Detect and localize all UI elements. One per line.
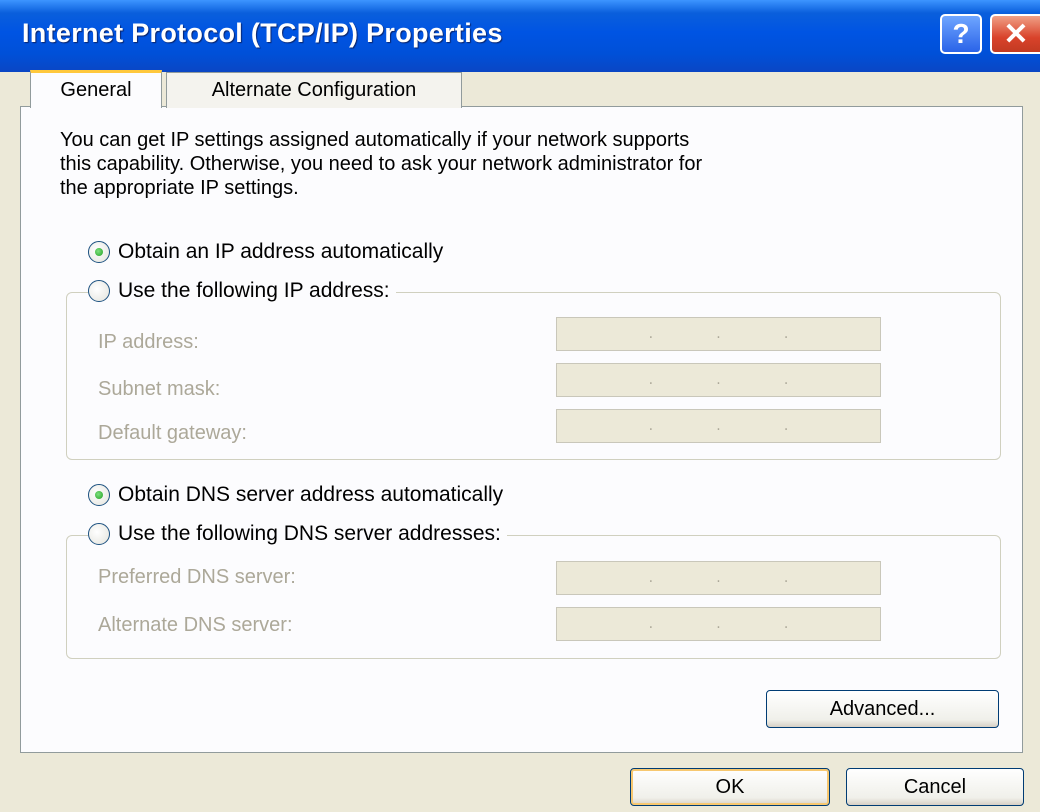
default-gateway-field: ... [556,409,881,443]
tab-alternate-configuration[interactable]: Alternate Configuration [166,72,462,108]
obtain-ip-auto-option[interactable]: Obtain an IP address automatically [88,240,450,264]
use-following-ip-label: Use the following IP address: [118,279,390,302]
help-icon: ? [952,18,970,49]
close-icon: ✕ [1003,17,1029,51]
radio-use-following-ip[interactable] [88,280,110,302]
obtain-dns-auto-label: Obtain DNS server address automatically [118,483,504,506]
preferred-dns-label: Preferred DNS server: [98,566,296,588]
tab-general[interactable]: General [30,70,162,108]
advanced-button[interactable]: Advanced... [766,690,999,728]
ok-button[interactable]: OK [630,768,830,806]
cancel-button[interactable]: Cancel [846,768,1024,806]
help-button[interactable]: ? [940,14,982,54]
obtain-dns-auto-option[interactable]: Obtain DNS server address automatically [88,483,510,507]
use-following-dns-label: Use the following DNS server addresses: [118,522,501,545]
obtain-ip-auto-label: Obtain an IP address automatically [118,240,444,263]
subnet-mask-field: ... [556,363,881,397]
radio-use-following-dns[interactable] [88,523,110,545]
radio-obtain-dns-auto[interactable] [88,484,110,506]
window-title: Internet Protocol (TCP/IP) Properties [22,18,503,48]
subnet-mask-label: Subnet mask: [98,378,221,400]
close-button[interactable]: ✕ [990,14,1040,54]
alternate-dns-field: ... [556,607,881,641]
intro-text: You can get IP settings assigned automat… [60,129,703,199]
preferred-dns-field: ... [556,561,881,595]
use-following-dns-option[interactable]: Use the following DNS server addresses: [88,522,507,546]
ip-address-field: ... [556,317,881,351]
title-bar: Internet Protocol (TCP/IP) Properties ? … [0,0,1040,72]
alternate-dns-label: Alternate DNS server: [98,614,293,636]
default-gateway-label: Default gateway: [98,422,247,444]
ip-address-label: IP address: [98,331,199,353]
use-following-ip-option[interactable]: Use the following IP address: [88,279,396,303]
radio-obtain-ip-auto[interactable] [88,241,110,263]
